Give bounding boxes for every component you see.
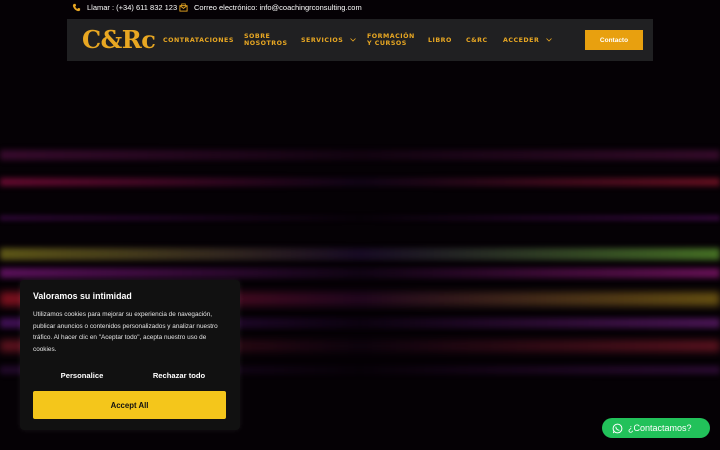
light-streak [0, 215, 720, 221]
whatsapp-icon [612, 423, 623, 433]
nav-item-crc[interactable]: C&RC [466, 37, 488, 44]
chevron-down-icon [546, 37, 552, 44]
whatsapp-label: ¿Contactamos? [628, 423, 692, 433]
nav-item-label: C&RC [466, 37, 488, 44]
chevron-down-icon [350, 37, 356, 44]
main-navbar: C&Rc CONTRATACIONES SOBRE NOSOTROS SERVI… [67, 19, 653, 61]
nav-item-label: LIBRO [428, 37, 452, 44]
cookie-description: Utilizamos cookies para mejorar su exper… [33, 311, 218, 354]
phone-icon [72, 3, 81, 12]
email-link[interactable]: Correo electrónico: info@coachingrconsul… [179, 3, 362, 12]
reject-all-button[interactable]: Rechazar todo [130, 371, 228, 383]
nav-item-sobre-nosotros[interactable]: SOBRE NOSOTROS [244, 33, 288, 47]
light-streak [0, 178, 720, 186]
contact-button[interactable]: Contacto [585, 30, 643, 50]
nav-item-label: ACCEDER [503, 37, 540, 44]
cookie-consent-banner: Valoramos su intimidad Utilizamos cookie… [20, 280, 240, 430]
nav-item-label: Y CURSOS [367, 40, 407, 47]
site-logo[interactable]: C&Rc [82, 25, 156, 54]
nav-item-servicios[interactable]: SERVICIOS [301, 37, 356, 44]
nav-item-acceder[interactable]: ACCEDER [503, 37, 552, 44]
nav-item-libro[interactable]: LIBRO [428, 37, 452, 44]
light-streak [0, 268, 720, 278]
personalize-button[interactable]: Personalice [33, 371, 131, 383]
nav-item-formacion[interactable]: FORMACIÓN Y CURSOS [367, 33, 415, 47]
whatsapp-button[interactable]: ¿Contactamos? [602, 418, 710, 438]
nav-item-label: SERVICIOS [301, 37, 344, 44]
email-text: Correo electrónico: info@coachingrconsul… [194, 3, 362, 12]
light-streak [0, 150, 720, 160]
nav-item-label: FORMACIÓN [367, 33, 415, 40]
nav-item-label: CONTRATACIONES [163, 37, 234, 44]
email-icon [179, 3, 188, 12]
light-streak [0, 248, 720, 260]
phone-link[interactable]: Llamar : (+34) 611 832 123 [72, 3, 177, 12]
accept-all-button[interactable]: Accept All [33, 391, 226, 419]
cookie-title: Valoramos su intimidad [33, 291, 132, 301]
phone-text: Llamar : (+34) 611 832 123 [87, 3, 178, 12]
top-info-bar: Llamar : (+34) 611 832 123 Correo electr… [0, 0, 720, 17]
nav-item-label: NOSOTROS [244, 40, 288, 47]
nav-item-label: SOBRE [244, 33, 271, 40]
nav-item-contrataciones[interactable]: CONTRATACIONES [163, 37, 234, 44]
